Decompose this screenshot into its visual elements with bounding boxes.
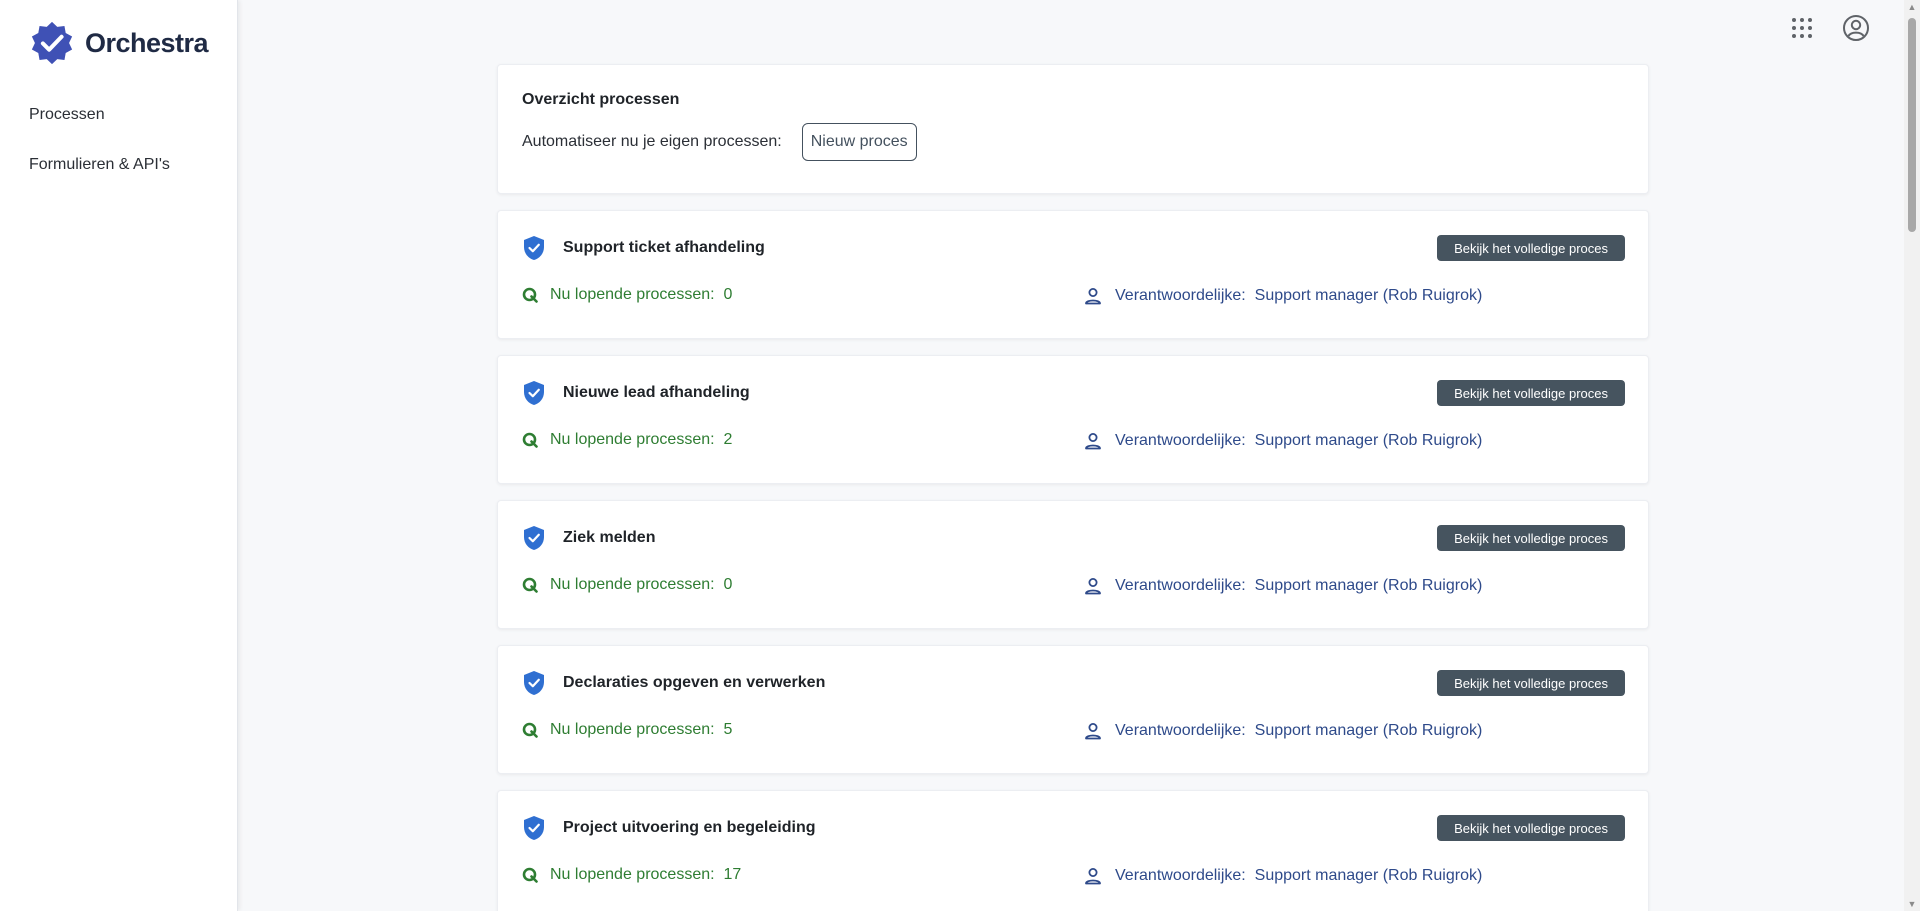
owner-label: Verantwoordelijke:: [1115, 432, 1246, 449]
process-title: Support ticket afhandeling: [563, 239, 765, 256]
process-title: Project uitvoering en begeleiding: [563, 819, 816, 836]
running-status-icon: [522, 432, 538, 448]
view-process-button[interactable]: Bekijk het volledige proces: [1437, 235, 1625, 261]
person-icon: [1085, 868, 1101, 885]
view-process-button[interactable]: Bekijk het volledige proces: [1437, 815, 1625, 841]
owner-value: Support manager (Rob Ruigrok): [1254, 867, 1483, 884]
running-label: Nu lopende processen:: [550, 866, 715, 883]
running-count: 5: [723, 721, 733, 738]
sidebar-item-formulieren-apis[interactable]: Formulieren & API's: [0, 148, 237, 198]
view-process-button[interactable]: Bekijk het volledige proces: [1437, 380, 1625, 406]
process-title: Ziek melden: [563, 529, 656, 546]
overview-cta-text: Automatiseer nu je eigen processen:: [522, 133, 782, 150]
sidebar-nav: Processen Formulieren & API's: [0, 98, 237, 198]
topbar-actions: [1786, 12, 1872, 44]
running-status-icon: [522, 722, 538, 738]
main-content: Overzicht processen Automatiseer nu je e…: [497, 64, 1649, 911]
process-owner: Verantwoordelijke: Support manager (Rob …: [1083, 576, 1482, 596]
shield-check-icon: [524, 381, 544, 405]
orchestra-logo-icon: [31, 21, 73, 65]
account-icon[interactable]: [1840, 12, 1872, 44]
running-count: 0: [723, 286, 733, 303]
sidebar-item-processen[interactable]: Processen: [0, 98, 237, 148]
process-card: Declaraties opgeven en verwerken Bekijk …: [497, 645, 1649, 774]
overview-card: Overzicht processen Automatiseer nu je e…: [497, 64, 1649, 194]
running-processes: Nu lopende processen: 2: [522, 431, 732, 449]
running-status-icon: [522, 287, 538, 303]
process-header: Project uitvoering en begeleiding: [522, 815, 815, 841]
running-processes: Nu lopende processen: 0: [522, 576, 732, 594]
owner-value: Support manager (Rob Ruigrok): [1254, 432, 1483, 449]
owner-value: Support manager (Rob Ruigrok): [1254, 287, 1483, 304]
running-label: Nu lopende processen:: [550, 431, 715, 448]
person-icon: [1085, 578, 1101, 595]
process-owner: Verantwoordelijke: Support manager (Rob …: [1083, 721, 1482, 741]
brand-name: Orchestra: [85, 27, 209, 58]
owner-label: Verantwoordelijke:: [1115, 722, 1246, 739]
scroll-down-arrow-icon[interactable]: ▼: [1907, 899, 1917, 909]
process-card: Ziek melden Bekijk het volledige proces …: [497, 500, 1649, 629]
view-process-button[interactable]: Bekijk het volledige proces: [1437, 670, 1625, 696]
overview-title: Overzicht processen: [522, 91, 680, 108]
process-owner: Verantwoordelijke: Support manager (Rob …: [1083, 431, 1482, 451]
process-card: Support ticket afhandeling Bekijk het vo…: [497, 210, 1649, 339]
process-card: Nieuwe lead afhandeling Bekijk het volle…: [497, 355, 1649, 484]
running-status-icon: [522, 577, 538, 593]
running-count: 17: [723, 866, 742, 883]
shield-check-icon: [524, 816, 544, 840]
overview-row: Automatiseer nu je eigen processen: Nieu…: [522, 123, 1624, 161]
running-label: Nu lopende processen:: [550, 721, 715, 738]
process-header: Support ticket afhandeling: [522, 235, 765, 261]
running-count: 0: [723, 576, 733, 593]
running-label: Nu lopende processen:: [550, 576, 715, 593]
owner-label: Verantwoordelijke:: [1115, 867, 1246, 884]
shield-check-icon: [524, 671, 544, 695]
process-header: Nieuwe lead afhandeling: [522, 380, 750, 406]
apps-grid-icon[interactable]: [1786, 12, 1818, 44]
process-owner: Verantwoordelijke: Support manager (Rob …: [1083, 286, 1482, 306]
running-label: Nu lopende processen:: [550, 286, 715, 303]
person-icon: [1085, 288, 1101, 305]
scroll-thumb[interactable]: [1908, 18, 1916, 232]
process-owner: Verantwoordelijke: Support manager (Rob …: [1083, 866, 1482, 886]
vertical-scrollbar[interactable]: ▲ ▼: [1904, 0, 1920, 911]
person-icon: [1085, 433, 1101, 450]
process-card: Project uitvoering en begeleiding Bekijk…: [497, 790, 1649, 911]
new-process-button[interactable]: Nieuw proces: [801, 123, 917, 161]
process-title: Nieuwe lead afhandeling: [563, 384, 750, 401]
shield-check-icon: [524, 236, 544, 260]
running-count: 2: [723, 431, 733, 448]
process-header: Declaraties opgeven en verwerken: [522, 670, 825, 696]
running-processes: Nu lopende processen: 17: [522, 866, 741, 884]
sidebar: Orchestra Processen Formulieren & API's: [0, 0, 238, 911]
process-header: Ziek melden: [522, 525, 655, 551]
owner-label: Verantwoordelijke:: [1115, 577, 1246, 594]
owner-label: Verantwoordelijke:: [1115, 287, 1246, 304]
running-status-icon: [522, 867, 538, 883]
process-title: Declaraties opgeven en verwerken: [563, 674, 826, 691]
owner-value: Support manager (Rob Ruigrok): [1254, 722, 1483, 739]
running-processes: Nu lopende processen: 5: [522, 721, 732, 739]
person-icon: [1085, 723, 1101, 740]
owner-value: Support manager (Rob Ruigrok): [1254, 577, 1483, 594]
scroll-up-arrow-icon[interactable]: ▲: [1907, 2, 1917, 12]
view-process-button[interactable]: Bekijk het volledige proces: [1437, 525, 1625, 551]
shield-check-icon: [524, 526, 544, 550]
brand[interactable]: Orchestra: [29, 20, 209, 66]
running-processes: Nu lopende processen: 0: [522, 286, 732, 304]
